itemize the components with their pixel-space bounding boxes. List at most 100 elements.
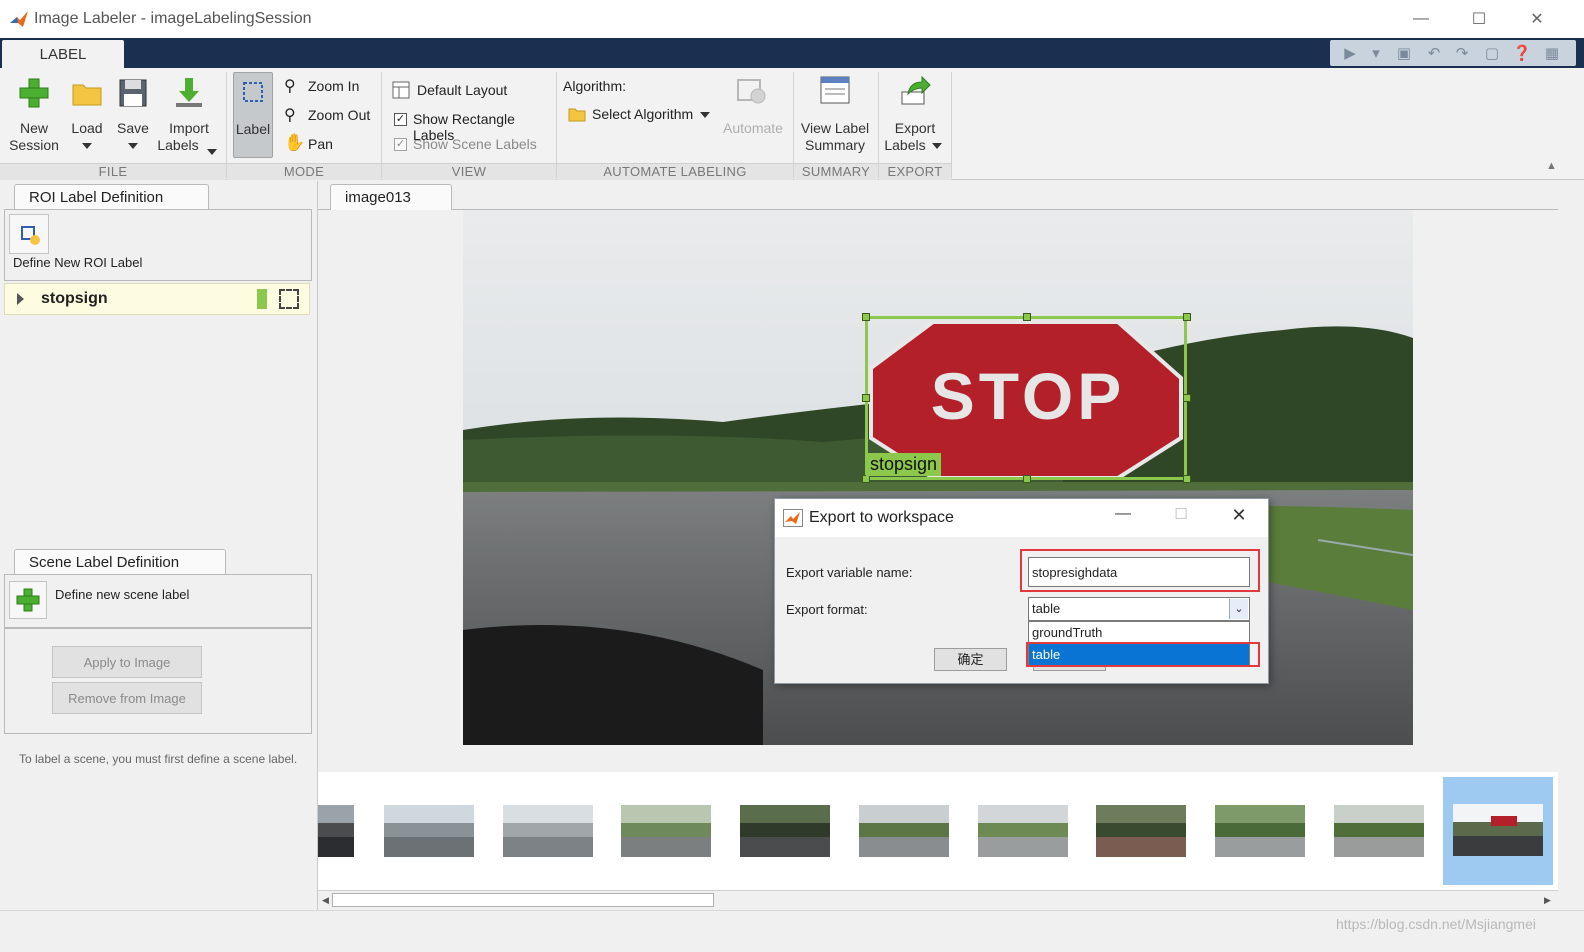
new-session-button[interactable]: New Session	[6, 74, 62, 158]
automate-button[interactable]: Automate	[720, 74, 786, 140]
image-thumbnail[interactable]	[1334, 805, 1424, 857]
export-labels-button[interactable]: Export Labels	[882, 74, 948, 158]
maximize-icon[interactable]: ☐	[1456, 6, 1502, 32]
zoom-in-button[interactable]: ⚲ Zoom In	[284, 76, 374, 98]
rectangle-type-icon	[279, 289, 299, 309]
redo-icon[interactable]: ↷	[1452, 43, 1472, 63]
remove-from-image-button[interactable]: Remove from Image	[52, 682, 202, 714]
ok-button[interactable]: 确定	[934, 648, 1007, 671]
scroll-right-icon[interactable]: ▶	[1544, 895, 1551, 906]
scene-labels-check-icon: ✓	[394, 138, 407, 151]
image-thumbnail[interactable]	[978, 805, 1068, 857]
help-icon[interactable]: ❓	[1512, 43, 1532, 63]
resize-handle[interactable]	[1183, 394, 1191, 402]
show-rectangle-labels-checkbox[interactable]: ✓ Show Rectangle Labels	[394, 110, 558, 143]
chevron-down-icon[interactable]: ▾	[1366, 43, 1386, 63]
expand-triangle-icon[interactable]	[17, 293, 24, 305]
image-thumbnail[interactable]	[1453, 804, 1543, 856]
select-algorithm-dropdown[interactable]: Select Algorithm	[568, 104, 714, 126]
zoom-in-icon: ⚲	[284, 78, 296, 95]
minimize-icon[interactable]: —	[1398, 6, 1444, 32]
stop-sign-thumbnail-mark	[1491, 816, 1517, 826]
save-dropdown-caret	[128, 143, 138, 149]
undo-icon[interactable]: ↶	[1424, 43, 1444, 63]
highlight-box	[1026, 642, 1260, 667]
resize-handle[interactable]	[1183, 475, 1191, 483]
save-quick-icon[interactable]: ▣	[1394, 43, 1414, 63]
watermark-text: https://blog.csdn.net/Msjiangmei	[1336, 916, 1536, 932]
roi-box-label: stopsign	[866, 453, 942, 476]
roi-label-name: stopsign	[41, 290, 108, 307]
define-new-roi-label: Define New ROI Label	[13, 255, 143, 270]
roi-label-row-stopsign[interactable]: stopsign	[4, 283, 310, 315]
export-format-value: table	[1032, 601, 1061, 616]
filmstrip-scrollbar[interactable]: ◀ ▶	[318, 890, 1558, 908]
automate-gear-icon	[737, 79, 766, 104]
image-thumbnail[interactable]	[1096, 805, 1186, 857]
export-format-select[interactable]: table ⌄	[1028, 597, 1250, 621]
export-variable-name-label: Export variable name:	[786, 565, 913, 580]
define-new-roi-button[interactable]	[9, 214, 49, 254]
plus-icon	[16, 588, 40, 612]
export-arrow-icon	[901, 75, 931, 105]
save-button[interactable]: Save	[112, 74, 154, 158]
rectangle-select-icon	[243, 82, 263, 102]
dialog-minimize-icon[interactable]: —	[1111, 505, 1135, 529]
resize-handle[interactable]	[862, 394, 870, 402]
resize-handle[interactable]	[862, 313, 870, 321]
collapse-ribbon-icon[interactable]: ▲	[1546, 160, 1557, 172]
view-label-summary-button[interactable]: View Label Summary	[798, 74, 872, 158]
image-tab[interactable]: image013	[330, 184, 452, 210]
pan-button[interactable]: ✋ Pan	[284, 133, 374, 156]
resize-handle[interactable]	[1023, 475, 1031, 483]
view-label-summary-label: View Label Summary	[800, 120, 870, 153]
plus-icon	[19, 78, 49, 108]
import-labels-button[interactable]: Import Labels	[156, 74, 222, 158]
dialog-title-bar: Export to workspace — ☐ ✕	[775, 499, 1268, 537]
dialog-close-icon[interactable]: ✕	[1227, 505, 1251, 529]
load-button[interactable]: Load	[64, 74, 110, 158]
resize-handle[interactable]	[862, 475, 870, 483]
image-thumbnail[interactable]	[859, 805, 949, 857]
close-icon[interactable]: ✕	[1514, 6, 1560, 32]
apply-to-image-button[interactable]: Apply to Image	[52, 646, 202, 678]
zoom-out-icon: ⚲	[284, 107, 296, 124]
export-format-label: Export format:	[786, 602, 868, 617]
new-session-label: New Session	[9, 120, 59, 153]
image-thumbnail[interactable]	[503, 805, 593, 857]
tab-label[interactable]: LABEL	[2, 40, 124, 68]
scrollbar-thumb[interactable]	[332, 893, 714, 907]
image-thumbnail[interactable]	[1215, 805, 1305, 857]
scene-hint-text: To label a scene, you must first define …	[19, 752, 298, 766]
window-icon[interactable]: ▢	[1482, 43, 1502, 63]
show-scene-labels-checkbox[interactable]: ✓ Show Scene Labels	[394, 135, 558, 155]
dialog-title: Export to workspace	[809, 509, 954, 526]
matlab-logo-icon	[783, 509, 803, 527]
zoom-out-button[interactable]: ⚲ Zoom Out	[284, 105, 374, 127]
roi-bounding-box[interactable]: stopsign	[862, 313, 1191, 483]
image-thumbnail[interactable]	[740, 805, 830, 857]
image-thumbnail[interactable]	[318, 805, 354, 857]
define-new-scene-button[interactable]	[9, 581, 47, 619]
resize-handle[interactable]	[1023, 313, 1031, 321]
scroll-left-icon[interactable]: ◀	[322, 895, 329, 906]
define-new-scene-label: Define new scene label	[55, 587, 190, 602]
run-icon[interactable]: ▶	[1340, 43, 1360, 63]
image-thumbnail[interactable]	[384, 805, 474, 857]
export-variable-name-input[interactable]: stopresighdata	[1028, 557, 1250, 587]
image-thumbnail[interactable]	[621, 805, 711, 857]
window-title: Image Labeler - imageLabelingSession	[34, 10, 312, 27]
expand-icon[interactable]: ▦	[1542, 43, 1562, 63]
import-dropdown-caret	[207, 149, 217, 155]
resize-handle[interactable]	[1183, 313, 1191, 321]
algorithm-label: Algorithm:	[563, 78, 627, 94]
roi-panel-tab[interactable]: ROI Label Definition	[14, 184, 209, 210]
chevron-down-icon[interactable]: ⌄	[1229, 599, 1248, 619]
scene-panel-tab[interactable]: Scene Label Definition	[14, 549, 226, 575]
dialog-maximize-icon: ☐	[1174, 506, 1188, 523]
option-groundtruth[interactable]: groundTruth	[1029, 622, 1249, 643]
algorithm-dropdown-caret	[700, 112, 710, 118]
default-layout-button[interactable]: Default Layout	[392, 80, 552, 102]
export-dialog: Export to workspace — ☐ ✕ Export variabl…	[774, 498, 1269, 684]
label-mode-button[interactable]: Label	[233, 72, 273, 158]
